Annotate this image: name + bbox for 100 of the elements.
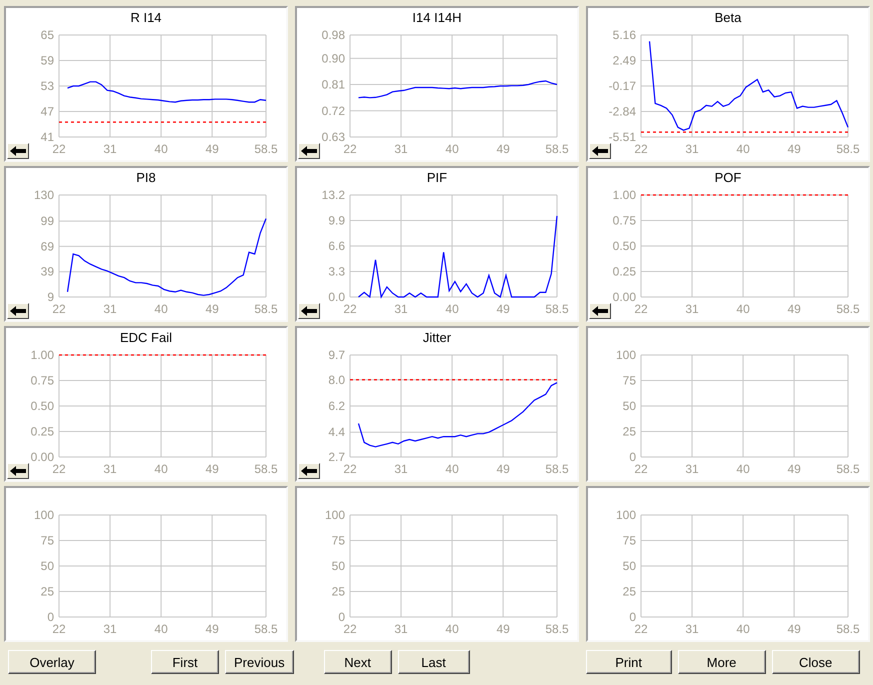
axis-tick-label: 0.75 [612,214,636,228]
axis-tick-label: 25 [622,584,636,598]
axis-tick-label: 0 [629,610,636,624]
left-arrow-icon [301,146,317,156]
axis-tick-label: 47 [40,104,54,118]
chart-title: POF [714,170,742,187]
axis-tick-label: 49 [496,462,510,475]
chart-title: R I14 [130,10,162,27]
axis-tick-label: 22 [634,142,648,155]
axis-tick-label: 40 [736,622,750,635]
back-button[interactable] [589,303,611,319]
back-button[interactable] [7,463,29,479]
axis-tick-label: 59 [40,54,54,68]
axis-tick-label: 40 [445,622,459,635]
axis-tick-label: 75 [40,534,54,548]
axis-tick-label: 58.5 [254,462,278,475]
axis-tick-label: 3.3 [328,264,345,278]
toolbar-button[interactable]: Last [398,650,470,674]
axis-tick-label: 50 [40,559,54,573]
axis-tick-label: 22 [52,142,66,155]
axis-tick-label: -0.17 [608,78,636,93]
axis-tick-label: 0.72 [322,104,345,118]
toolbar-button[interactable]: Close [772,650,860,674]
axis-tick-label: 100 [324,508,345,522]
axis-tick-label: 22 [634,302,648,315]
axis-tick-label: 58.5 [254,302,278,315]
axis-tick-label: 49 [205,142,219,155]
axis-tick-label: 50 [622,559,636,573]
axis-tick-label: 40 [154,142,168,155]
axis-tick-label: 31 [103,462,117,475]
axis-tick-label: 6.2 [328,399,345,413]
toolbar-button[interactable]: Next [324,650,392,674]
axis-tick-label: 0.81 [322,78,345,92]
axis-tick-label: 50 [622,399,636,413]
axis-tick-label: 40 [154,462,168,475]
back-button[interactable] [298,303,320,319]
axis-tick-label: 31 [394,462,408,475]
toolbar-button[interactable]: Print [586,650,672,674]
axis-tick-label: -5.51 [608,130,636,144]
axis-tick-label: 49 [787,462,801,475]
axis-tick-label: 9.7 [328,348,345,362]
axis-tick-label: 22 [343,462,357,475]
axis-tick-label: 4.4 [328,425,345,440]
back-button[interactable] [298,463,320,479]
axis-tick-label: 58.5 [836,462,860,475]
axis-tick-label: 49 [205,622,219,635]
toolbar-button[interactable]: Overlay [8,650,96,674]
axis-tick-label: 0.0 [328,290,345,304]
chart-title: Jitter [422,330,452,347]
axis-tick-label: 0.25 [612,264,636,278]
axis-tick-label: 5.16 [612,28,636,42]
axis-tick-label: 25 [622,424,636,438]
axis-tick-label: 49 [205,302,219,315]
axis-tick-label: 0.50 [30,399,54,413]
axis-tick-label: 75 [622,534,636,548]
axis-tick-label: 25 [40,584,54,598]
axis-tick-label: 58.5 [545,462,569,475]
axis-tick-label: 22 [343,302,357,315]
axis-tick-label: 9.9 [328,214,345,228]
axis-tick-label: 100 [34,508,54,522]
axis-tick-label: 0 [47,610,54,624]
axis-tick-label: 31 [394,622,408,635]
chart-title: PI8 [136,170,156,187]
axis-tick-label: 58.5 [254,622,278,635]
axis-tick-label: 49 [205,462,219,475]
axis-tick-label: 41 [40,130,54,144]
axis-tick-label: 50 [332,559,345,573]
axis-tick-label: 65 [40,28,54,42]
axis-tick-label: 22 [634,462,648,475]
axis-tick-label: 58.5 [836,142,860,155]
axis-tick-label: 40 [736,302,750,315]
left-arrow-icon [592,146,608,156]
axis-tick-label: 49 [787,622,801,635]
left-arrow-icon [301,466,317,476]
axis-tick-label: 40 [445,462,459,475]
axis-tick-label: 0 [629,450,636,464]
axis-tick-label: 0.63 [322,130,345,144]
back-button[interactable] [7,303,29,319]
axis-tick-label: 0.00 [612,290,636,304]
toolbar-button[interactable]: More [678,650,766,674]
toolbar-button[interactable]: Previous [225,650,294,674]
back-button[interactable] [7,143,29,159]
back-button[interactable] [589,143,611,159]
axis-tick-label: 40 [736,142,750,155]
axis-tick-label: 0.90 [322,51,345,66]
chart-title: I14 I14H [412,10,462,27]
axis-tick-label: 100 [616,348,636,362]
axis-tick-label: 49 [496,302,510,315]
axis-tick-label: 2.49 [612,54,636,68]
toolbar-button[interactable]: First [151,650,219,674]
axis-tick-label: 22 [52,622,66,635]
axis-tick-label: 22 [634,622,648,635]
axis-tick-label: -2.84 [608,104,636,118]
axis-tick-label: 0.75 [30,374,54,388]
axis-tick-label: 31 [103,302,117,315]
chart-title: EDC Fail [120,330,172,347]
back-button[interactable] [298,143,320,159]
axis-tick-label: 0.50 [612,239,636,253]
axis-tick-label: 53 [40,79,54,93]
axis-tick-label: 25 [332,584,345,598]
